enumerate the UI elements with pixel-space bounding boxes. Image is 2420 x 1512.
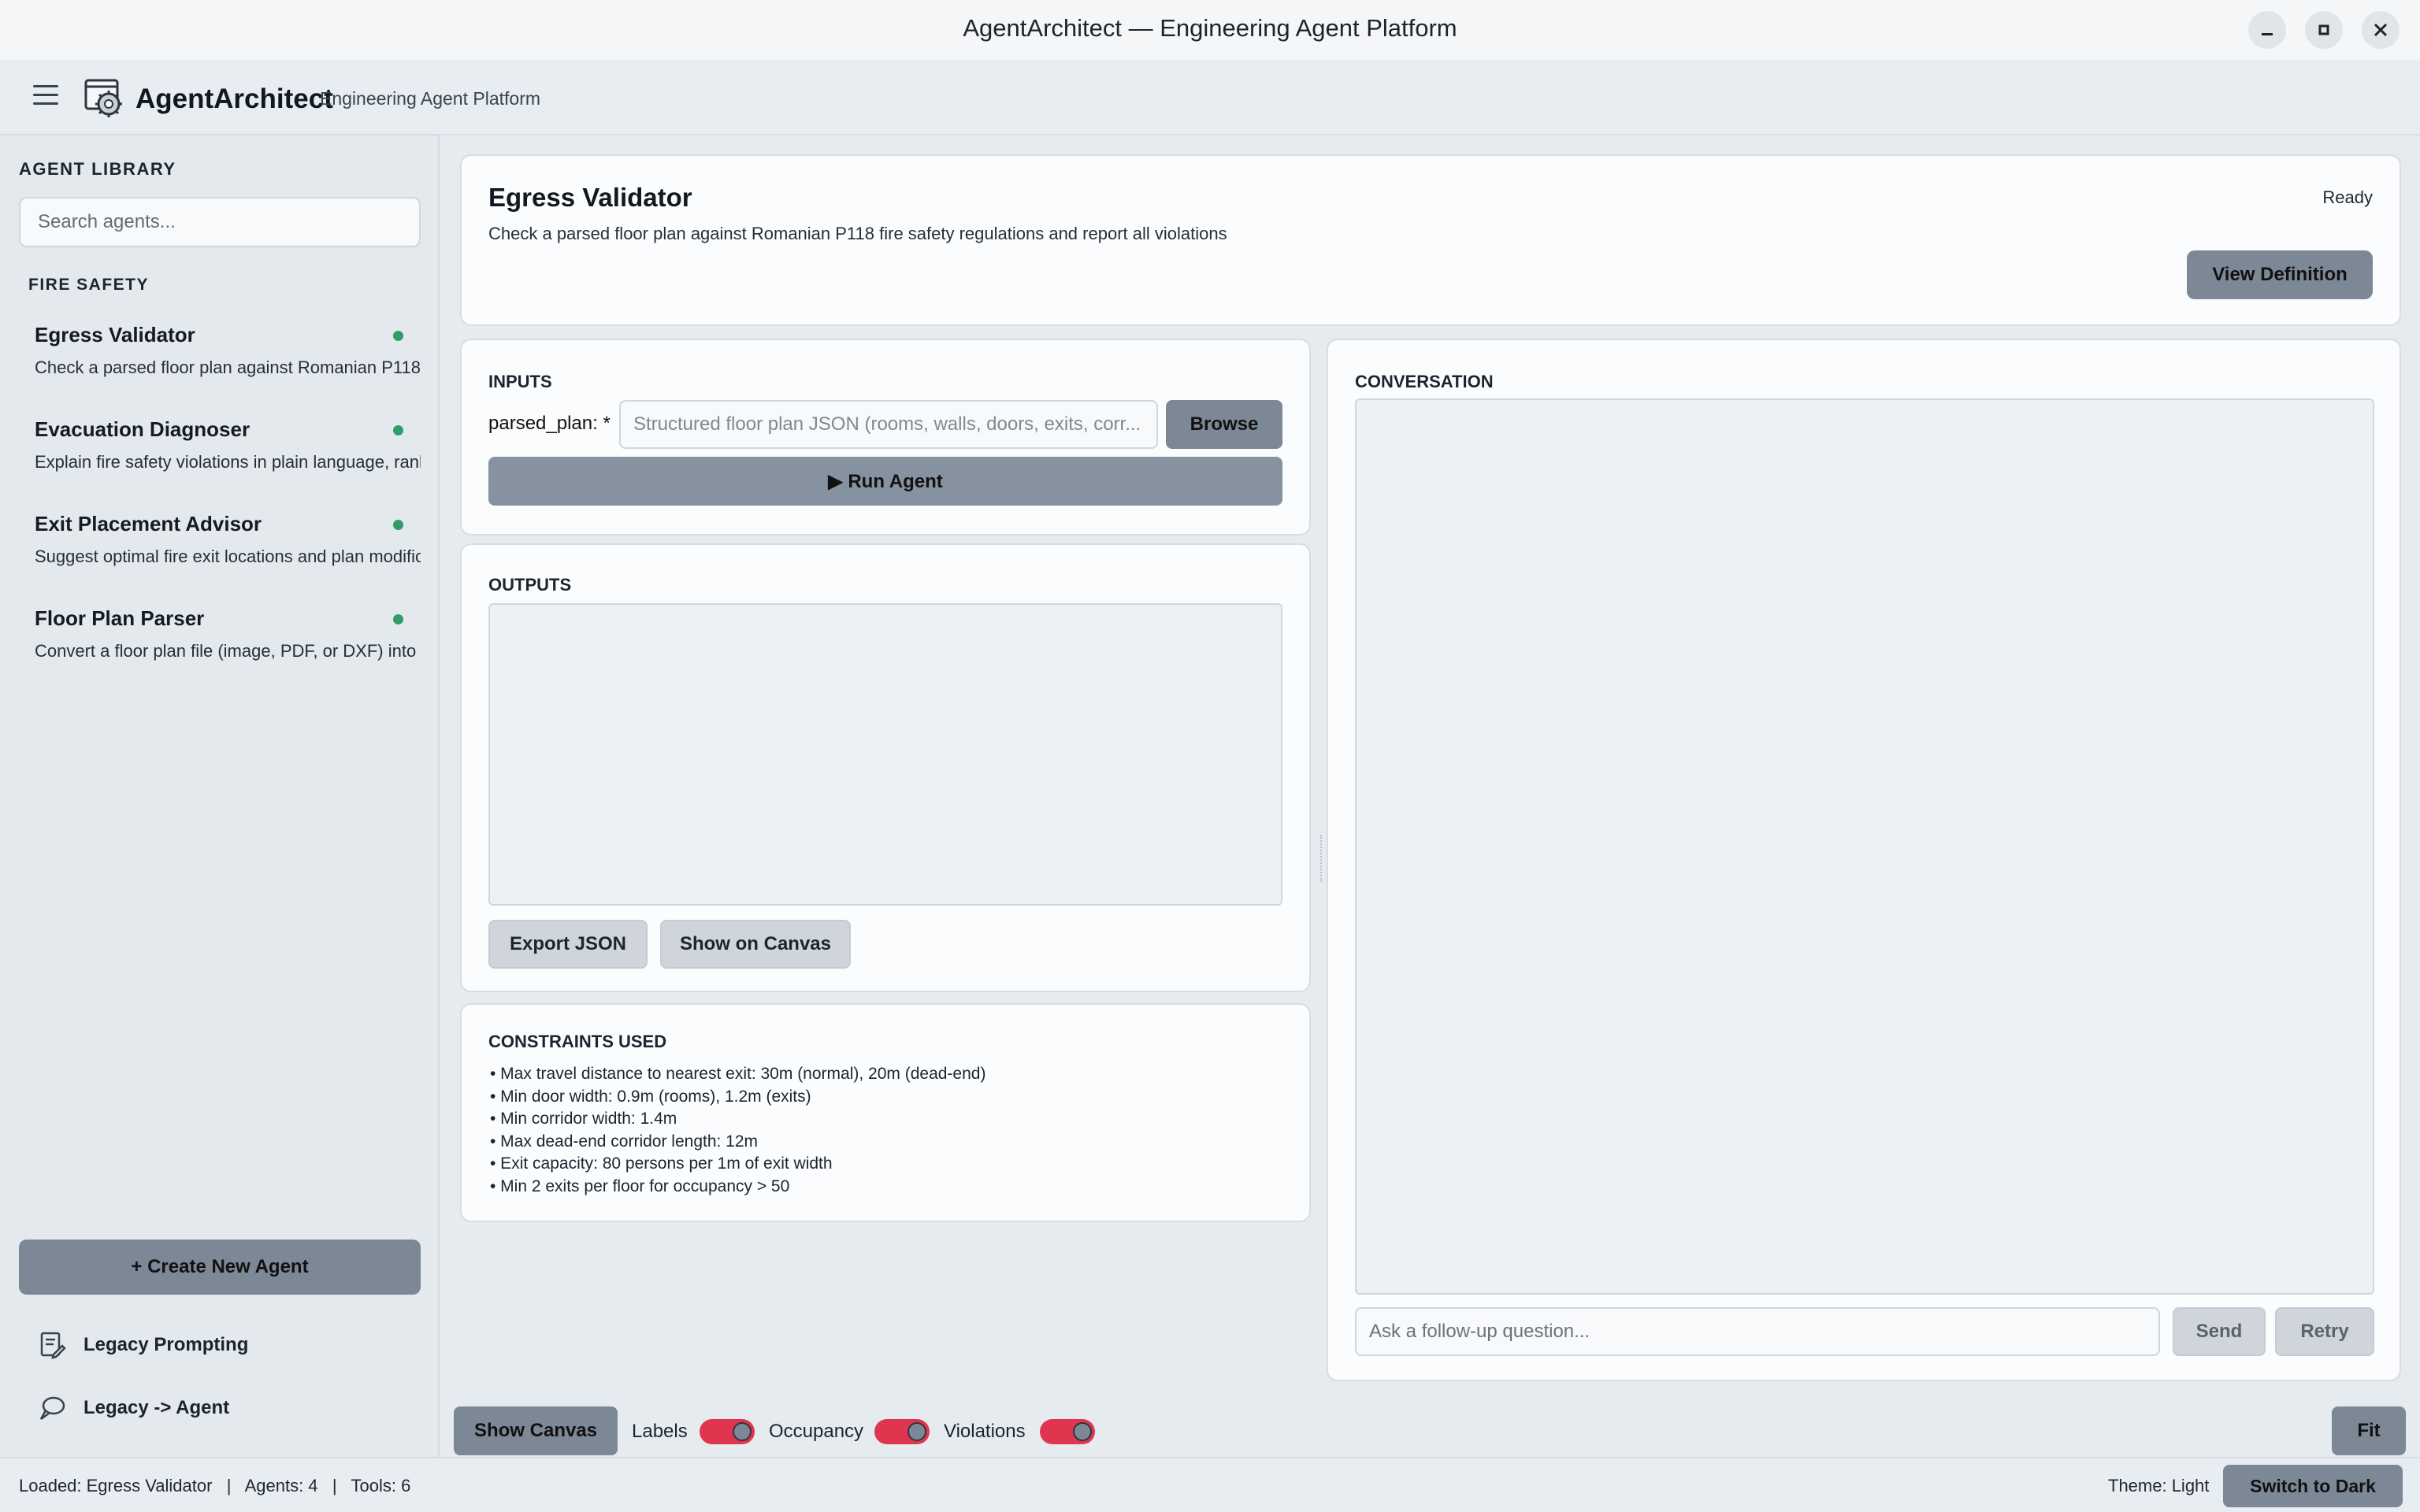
legacy-prompting-label: Legacy Prompting [84, 1334, 249, 1355]
window-title: AgentArchitect — Engineering Agent Platf… [963, 14, 1457, 42]
constraints-list: • Max travel distance to nearest exit: 3… [490, 1063, 985, 1198]
close-button[interactable] [2362, 11, 2400, 49]
status-dot [393, 614, 403, 624]
run-agent-button[interactable]: ▶ Run Agent [488, 457, 1282, 506]
occupancy-toggle-label: Occupancy [769, 1421, 864, 1442]
status-dot [393, 331, 403, 341]
constraint-item: • Max travel distance to nearest exit: 3… [490, 1065, 986, 1083]
fit-button[interactable]: Fit [2332, 1406, 2406, 1455]
violations-toggle-label: Violations [944, 1421, 1026, 1442]
search-agents-input[interactable] [19, 197, 421, 247]
theme-label: Theme: Light [2108, 1476, 2210, 1495]
app-header: AgentArchitect Engineering Agent Platfor… [0, 60, 2420, 135]
parsed-plan-input[interactable] [619, 400, 1158, 449]
category-fire-safety: FIRE SAFETY [28, 276, 150, 294]
inputs-card: INPUTS parsed_plan: * Browse ▶ Run Agent [460, 339, 1311, 536]
inputs-title: INPUTS [488, 372, 552, 391]
violations-toggle[interactable] [1040, 1419, 1095, 1444]
agent-name: Evacuation Diagnoser [35, 417, 251, 441]
agent-name: Exit Placement Advisor [35, 512, 262, 536]
close-icon [2374, 23, 2388, 37]
agent-description: Suggest optimal fire exit locations and … [35, 547, 421, 566]
agent-description: Check a parsed floor plan against Romani… [35, 358, 421, 377]
legacy-to-agent-label: Legacy -> Agent [84, 1397, 230, 1418]
agent-library-sidebar: AGENT LIBRARY FIRE SAFETY Egress Validat… [0, 135, 440, 1457]
constraint-item: • Min 2 exits per floor for occupancy > … [490, 1177, 790, 1195]
constraint-item: • Max dead-end corridor length: 12m [490, 1132, 759, 1151]
maximize-button[interactable] [2305, 11, 2343, 49]
follow-up-input[interactable] [1355, 1307, 2160, 1356]
create-new-agent-button[interactable]: + Create New Agent [19, 1240, 421, 1295]
constraint-item: • Min door width: 0.9m (rooms), 1.2m (ex… [490, 1087, 811, 1106]
constraint-item: • Exit capacity: 80 persons per 1m of ex… [490, 1154, 833, 1173]
gear-window-logo-icon [84, 79, 122, 117]
legacy-to-agent-link[interactable]: Legacy -> Agent [38, 1392, 274, 1424]
toggle-knob [733, 1422, 752, 1441]
export-json-button[interactable]: Export JSON [488, 920, 648, 969]
agent-description: Check a parsed floor plan against Romani… [488, 224, 1227, 243]
legacy-prompting-link[interactable]: Legacy Prompting [38, 1329, 274, 1361]
status-bar: Loaded: Egress Validator | Agents: 4 | T… [0, 1457, 2420, 1512]
constraints-card: CONSTRAINTS USED • Max travel distance t… [460, 1003, 1311, 1222]
show-canvas-button[interactable]: Show Canvas [454, 1406, 618, 1455]
agent-description: Explain fire safety violations in plain … [35, 452, 421, 472]
page-title: Egress Validator [488, 183, 692, 212]
hamburger-icon[interactable] [33, 85, 58, 109]
app-subtitle: Engineering Agent Platform [320, 88, 541, 109]
switch-theme-button[interactable]: Switch to Dark [2223, 1465, 2403, 1507]
status-dot [393, 520, 403, 530]
chat-bubble-icon [39, 1396, 65, 1421]
retry-button[interactable]: Retry [2275, 1307, 2374, 1356]
maximize-icon [2318, 24, 2329, 35]
output-area[interactable] [488, 603, 1282, 906]
send-button[interactable]: Send [2173, 1307, 2266, 1356]
agent-header-card: Egress Validator Check a parsed floor pl… [460, 154, 2401, 326]
agent-library-title: AGENT LIBRARY [19, 159, 176, 179]
conversation-area[interactable] [1355, 398, 2374, 1295]
agent-name: Floor Plan Parser [35, 606, 205, 630]
conversation-title: CONVERSATION [1355, 372, 1494, 391]
minimize-button[interactable] [2248, 11, 2286, 49]
panel-splitter-handle[interactable] [1320, 835, 1323, 882]
parsed-plan-label: parsed_plan: * [488, 413, 611, 434]
agent-item-evacuation-diagnoser[interactable]: Evacuation Diagnoser Explain fire safety… [19, 405, 421, 493]
agent-name: Egress Validator [35, 323, 195, 346]
constraints-title: CONSTRAINTS USED [488, 1032, 667, 1051]
agent-item-egress-validator[interactable]: Egress Validator Check a parsed floor pl… [19, 310, 421, 398]
conversation-card: CONVERSATION Send Retry [1327, 339, 2401, 1381]
status-label: Ready [2322, 187, 2373, 207]
outputs-title: OUTPUTS [488, 575, 572, 595]
constraint-item: • Min corridor width: 1.4m [490, 1110, 677, 1128]
view-definition-button[interactable]: View Definition [2187, 250, 2373, 299]
minimize-icon [2262, 33, 2273, 35]
browse-button[interactable]: Browse [1166, 400, 1282, 449]
window-titlebar: AgentArchitect — Engineering Agent Platf… [0, 0, 2420, 60]
show-on-canvas-button[interactable]: Show on Canvas [660, 920, 851, 969]
status-text: Loaded: Egress Validator | Agents: 4 | T… [19, 1476, 411, 1495]
labels-toggle[interactable] [700, 1419, 755, 1444]
agent-item-exit-placement-advisor[interactable]: Exit Placement Advisor Suggest optimal f… [19, 499, 421, 587]
agent-item-floor-plan-parser[interactable]: Floor Plan Parser Convert a floor plan f… [19, 594, 421, 682]
outputs-card: OUTPUTS Export JSON Show on Canvas [460, 543, 1311, 992]
toggle-knob [908, 1422, 926, 1441]
document-edit-icon [40, 1332, 66, 1359]
status-dot [393, 425, 403, 435]
occupancy-toggle[interactable] [874, 1419, 930, 1444]
agent-description: Convert a floor plan file (image, PDF, o… [35, 641, 421, 661]
app-name: AgentArchitect [135, 83, 333, 114]
labels-toggle-label: Labels [632, 1421, 688, 1442]
toggle-knob [1073, 1422, 1092, 1441]
